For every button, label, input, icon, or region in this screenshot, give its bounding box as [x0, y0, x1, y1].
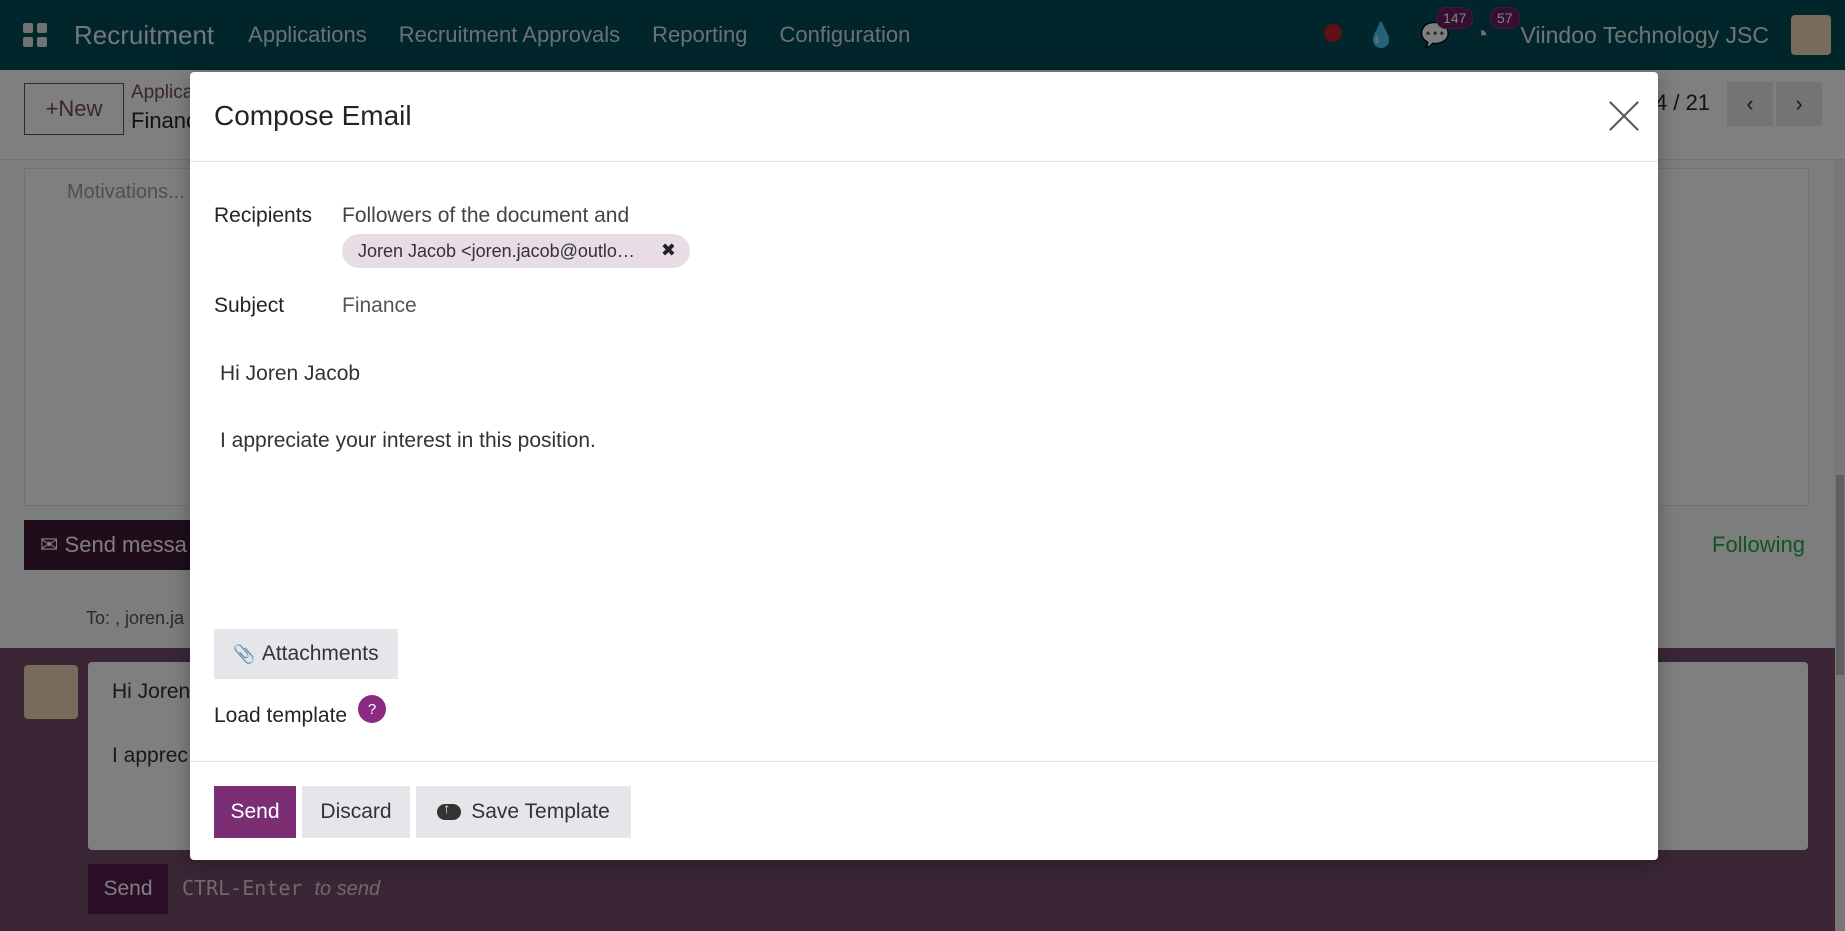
close-icon[interactable] [1608, 100, 1640, 132]
attachments-button[interactable]: 📎 Attachments [214, 629, 398, 679]
attachments-label: Attachments [261, 642, 379, 665]
compose-email-dialog: Compose Email Recipients Followers of th… [190, 72, 1658, 860]
dialog-header: Compose Email [190, 72, 1658, 162]
recipient-tag-label: Joren Jacob <joren.jacob@outlo… [358, 240, 635, 261]
remove-recipient-icon[interactable]: ✖ [661, 240, 676, 261]
recipients-label: Recipients [214, 204, 313, 227]
recipients-text: Followers of the document and [342, 204, 630, 227]
dialog-title: Compose Email [214, 100, 412, 131]
recipient-tag[interactable]: Joren Jacob <joren.jacob@outlo… ✖ [342, 234, 690, 268]
load-template-label: Load template [214, 704, 348, 727]
save-template-label: Save Template [471, 800, 610, 823]
email-body-line-1[interactable]: Hi Joren Jacob [220, 362, 360, 386]
subject-input[interactable]: Finance [342, 294, 417, 318]
send-button[interactable]: Send [214, 786, 296, 838]
save-template-button[interactable]: Save Template [416, 786, 631, 838]
dialog-footer: Send Discard Save Template [190, 761, 1658, 860]
subject-label: Subject [214, 294, 285, 317]
paperclip-icon: 📎 [233, 643, 256, 664]
discard-button[interactable]: Discard [302, 786, 410, 838]
cloud-upload-icon [437, 800, 462, 820]
help-icon[interactable]: ? [358, 695, 386, 723]
email-body-line-2[interactable]: I appreciate your interest in this posit… [220, 429, 596, 453]
